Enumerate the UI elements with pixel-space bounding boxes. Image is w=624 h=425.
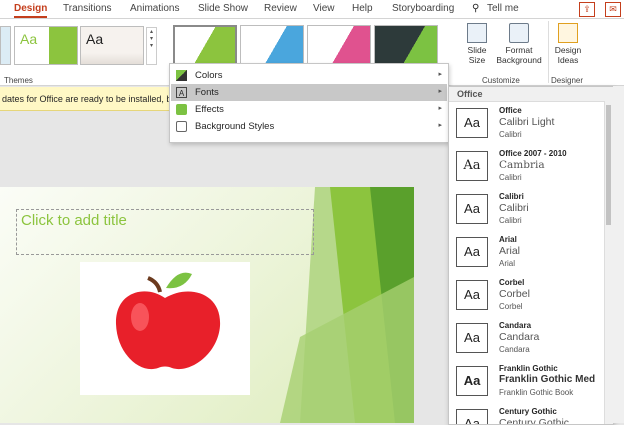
format-background-button[interactable]: Format Background [496,23,542,65]
apple-image[interactable] [80,262,250,395]
slide-size-button[interactable]: Slide Size [462,23,492,65]
design-ideas-icon [558,23,578,43]
tab-storyboarding[interactable]: Storyboarding [392,3,454,14]
themes-gallery-more-button[interactable]: ▴ ▾ ▾ [146,27,157,65]
comments-icon[interactable]: ✉ [605,2,621,17]
chevron-right-icon: ▸ [438,105,442,112]
search-icon[interactable]: ⚲ [472,3,479,14]
fonts-scrollbar-thumb[interactable] [606,105,611,225]
menu-item-fonts[interactable]: A Fonts ▸ [171,84,447,101]
menu-item-effects[interactable]: Effects ▸ [171,101,447,118]
update-notification-text: dates for Office are ready to be install… [2,94,179,104]
chevron-right-icon: ▸ [438,71,442,78]
font-option-candara[interactable]: Aa Candara Candara Candara [449,316,599,358]
font-option-office[interactable]: Aa Office Calibri Light Calibri [449,101,599,143]
background-styles-icon [176,121,187,132]
font-option-office-2007-2010[interactable]: Aa Office 2007 - 2010 Cambria Calibri [449,144,599,186]
right-pane-edge [613,86,624,423]
tab-help[interactable]: Help [352,3,373,14]
font-preview-box: Aa [456,323,488,353]
font-option-franklin-gothic[interactable]: Aa Franklin Gothic Franklin Gothic Med F… [449,359,599,401]
designer-group-label: Designer [551,76,584,85]
themes-group-label: Themes [4,76,33,85]
menu-item-background-styles[interactable]: Background Styles ▸ [171,118,447,135]
effects-icon [176,104,187,115]
fonts-submenu: Office Aa Office Calibri Light Calibri A… [448,86,614,425]
font-preview-box: Aa [456,151,488,181]
theme-thumb-facet[interactable]: Aa [14,26,78,65]
font-preview-box: Aa [456,280,488,310]
font-option-century-gothic[interactable]: Aa Century Gothic Century Gothic [449,402,599,424]
slide-canvas[interactable]: Click to add title [0,187,414,423]
tab-view[interactable]: View [313,3,335,14]
theme-thumb-ion[interactable]: Aa [80,26,144,65]
chevron-right-icon: ▸ [438,122,442,129]
variant-thumb-green[interactable] [173,25,237,65]
share-icon[interactable]: ⇪ [579,2,595,17]
format-background-icon [509,23,529,43]
apple-icon [115,272,221,370]
font-preview-box: Aa [456,366,488,396]
font-option-calibri[interactable]: Aa Calibri Calibri Calibri [449,187,599,229]
tab-animations[interactable]: Animations [130,3,179,14]
variants-more-menu: Colors ▸ A Fonts ▸ Effects ▸ Background … [169,63,449,143]
font-option-corbel[interactable]: Aa Corbel Corbel Corbel [449,273,599,315]
tab-review[interactable]: Review [264,3,297,14]
font-preview-box: Aa [456,194,488,224]
font-preview-box: Aa [456,108,488,138]
chevron-right-icon: ▸ [438,88,442,95]
fonts-section-header: Office [449,87,613,102]
font-option-arial[interactable]: Aa Arial Arial Arial [449,230,599,272]
tab-transitions[interactable]: Transitions [63,3,112,14]
variant-thumb-pink[interactable] [307,25,371,64]
tell-me-box[interactable]: Tell me [487,3,519,14]
ribbon-tabs: Design Transitions Animations Slide Show… [0,0,624,19]
slide-title-text: Click to add title [21,212,127,229]
theme-thumb-partial[interactable] [0,26,11,65]
tab-design[interactable]: Design [14,3,48,18]
tab-slide-show[interactable]: Slide Show [198,3,248,14]
group-divider [548,21,549,83]
design-ideas-button[interactable]: Design Ideas [552,23,584,65]
slide-title-placeholder[interactable]: Click to add title [16,209,314,255]
fonts-icon: A [176,87,187,98]
variant-thumb-blue[interactable] [240,25,304,64]
customize-group-label: Customize [482,76,520,85]
update-notification-bar: dates for Office are ready to be install… [0,87,179,111]
menu-item-colors[interactable]: Colors ▸ [171,67,447,84]
colors-icon [176,70,187,81]
variant-thumb-dark[interactable] [374,25,438,64]
slide-size-icon [467,23,487,43]
font-preview-box: Aa [456,237,488,267]
